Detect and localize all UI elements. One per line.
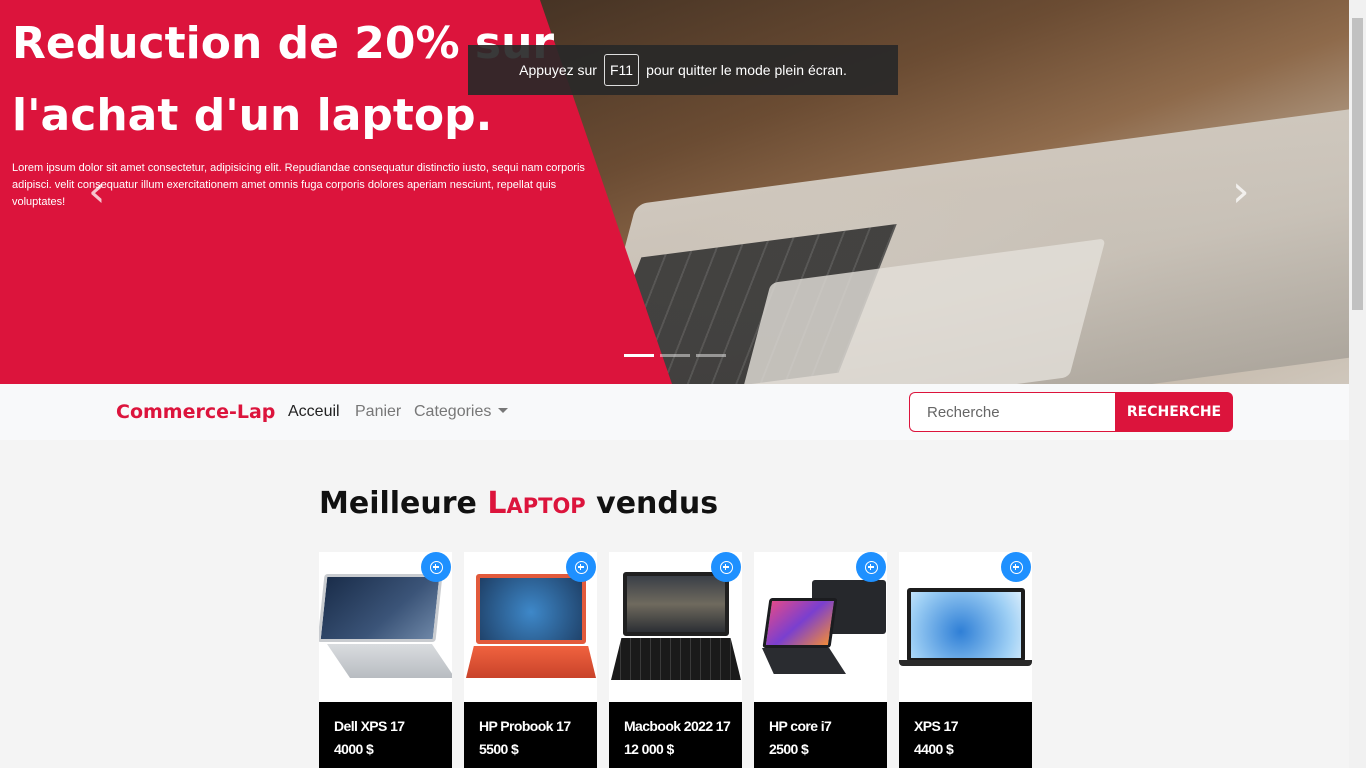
add-to-cart-button[interactable] [711,552,741,582]
plus-circle-icon [429,560,443,574]
chevron-right-icon: › [1232,166,1250,217]
product-info: XPS 17 4400 $ [899,702,1032,768]
product-info: Macbook 2022 17 12 000 $ [609,702,742,768]
nav-link-acceuil[interactable]: Acceuil [288,403,340,421]
nav-link-categories-label: Categories [414,403,492,420]
product-info: Dell XPS 17 4000 $ [319,702,452,768]
product-price: 4000 $ [334,741,374,757]
plus-circle-icon [719,560,733,574]
fullscreen-notice: Appuyez sur F11 pour quitter le mode ple… [468,45,898,95]
nav-dropdown-categories[interactable]: Categories [414,403,509,421]
fullscreen-notice-before: Appuyez sur [519,62,597,78]
scrollbar-thumb[interactable] [1352,18,1363,310]
product-card[interactable]: Macbook 2022 17 12 000 $ [609,552,742,768]
carousel-indicators [624,354,726,357]
product-name: HP Probook 17 [479,718,571,734]
carousel-prev-button[interactable]: ‹ [88,170,106,214]
add-to-cart-button[interactable] [1001,552,1031,582]
carousel-next-button[interactable]: › [1232,170,1250,214]
product-name: XPS 17 [914,718,958,734]
product-card[interactable]: HP core i7 2500 $ [754,552,887,768]
nav-link-panier[interactable]: Panier [355,403,401,421]
product-list: Dell XPS 17 4000 $ HP Probook 17 5500 $ … [319,552,1032,768]
search-input[interactable] [909,392,1115,432]
plus-circle-icon [864,560,878,574]
chevron-left-icon: ‹ [88,166,106,217]
page-scrollbar[interactable] [1349,0,1366,768]
navbar: Commerce-Lap Acceuil Panier Categories R… [0,384,1349,440]
product-price: 12 000 $ [624,741,674,757]
plus-circle-icon [574,560,588,574]
product-info: HP core i7 2500 $ [754,702,887,768]
product-price: 4400 $ [914,741,954,757]
add-to-cart-button[interactable] [421,552,451,582]
carousel-indicator-2[interactable] [660,354,690,357]
section-title-accent: Laptop [487,486,586,521]
section-title: Meilleure Laptop vendus [319,486,718,521]
search-button[interactable]: RECHERCHE [1115,392,1233,432]
product-name: Macbook 2022 17 [624,718,731,734]
section-title-start: Meilleure [319,486,477,521]
fullscreen-key-badge: F11 [603,54,640,86]
product-info: HP Probook 17 5500 $ [464,702,597,768]
carousel-indicator-1[interactable] [624,354,654,357]
product-name: HP core i7 [769,718,832,734]
section-title-end: vendus [596,486,719,521]
carousel-indicator-3[interactable] [696,354,726,357]
caret-down-icon [498,408,509,413]
fullscreen-notice-after: pour quitter le mode plein écran. [646,62,847,78]
product-price: 2500 $ [769,741,809,757]
brand-logo[interactable]: Commerce-Lap [116,401,275,423]
product-name: Dell XPS 17 [334,718,405,734]
product-card[interactable]: HP Probook 17 5500 $ [464,552,597,768]
plus-circle-icon [1009,560,1023,574]
add-to-cart-button[interactable] [566,552,596,582]
add-to-cart-button[interactable] [856,552,886,582]
product-price: 5500 $ [479,741,519,757]
product-card[interactable]: Dell XPS 17 4000 $ [319,552,452,768]
product-card[interactable]: XPS 17 4400 $ [899,552,1032,768]
